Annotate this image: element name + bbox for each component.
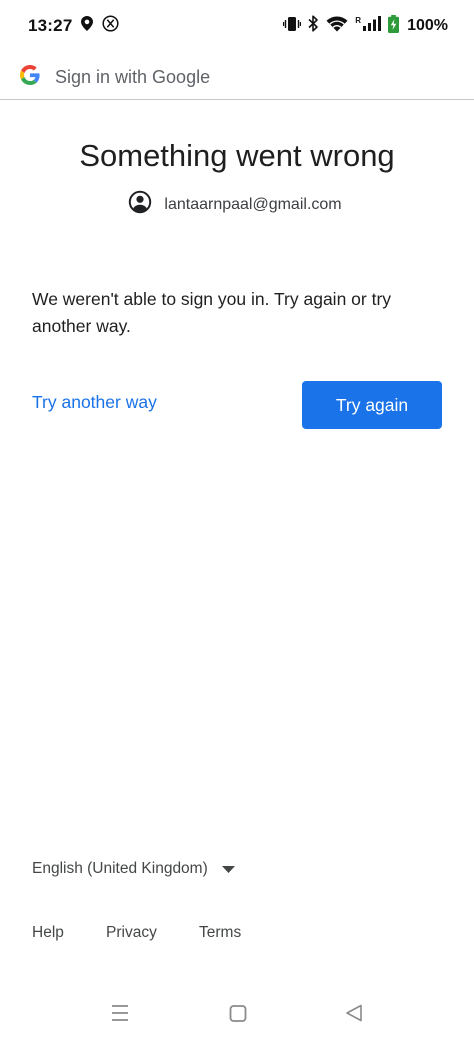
app-header-title: Sign in with Google — [55, 67, 211, 87]
battery-charging-icon — [388, 14, 400, 38]
signal-icon — [363, 16, 382, 36]
language-label: English (United Kingdom) — [32, 860, 208, 877]
terms-link[interactable]: Terms — [199, 924, 241, 942]
roaming-indicator: R — [355, 15, 362, 25]
bluetooth-icon — [308, 15, 319, 37]
battery-percent: 100% — [407, 17, 448, 34]
x-app-icon — [102, 15, 120, 37]
page-title: Something went wrong — [79, 138, 395, 173]
status-left: 13:27 — [28, 15, 120, 37]
location-icon — [81, 16, 94, 36]
dropdown-arrow-icon — [221, 860, 235, 878]
nav-bar — [0, 995, 474, 1035]
google-logo — [20, 65, 40, 90]
privacy-link[interactable]: Privacy — [106, 924, 199, 942]
status-right: R 100% — [283, 14, 448, 38]
language-select[interactable]: English (United Kingdom) — [32, 860, 235, 878]
error-message: We weren't able to sign you in. Try agai… — [32, 289, 392, 336]
home-icon[interactable] — [229, 1003, 247, 1028]
try-again-button[interactable]: Try again — [302, 381, 442, 429]
footer-links: Help Privacy Terms — [32, 924, 241, 942]
try-another-way-link[interactable]: Try another way — [32, 392, 157, 413]
menu-icon[interactable] — [111, 1003, 129, 1028]
account-circle-icon — [128, 190, 152, 219]
app-header: Sign in with Google — [0, 56, 474, 100]
vibrate-icon — [283, 16, 302, 37]
status-time: 13:27 — [28, 16, 73, 35]
help-link[interactable]: Help — [32, 924, 106, 942]
status-bar: 13:27 R 100% — [0, 0, 474, 52]
screen: 13:27 R 100% Sign in with Google Somethi… — [0, 0, 474, 1043]
account-email: lantaarnpaal@gmail.com — [164, 195, 342, 213]
wifi-icon — [326, 16, 348, 37]
back-icon[interactable] — [345, 1003, 363, 1028]
account-chip: lantaarnpaal@gmail.com — [0, 190, 474, 219]
